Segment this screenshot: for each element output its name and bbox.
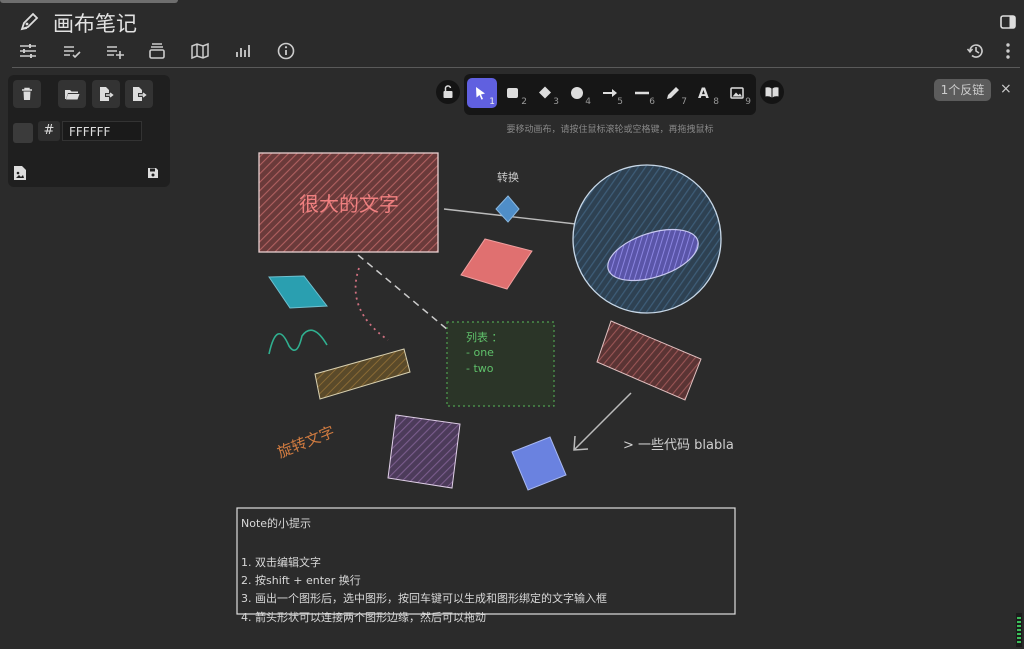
rotated-text[interactable]: 旋转文字 — [275, 423, 337, 462]
olive-rectangle[interactable] — [314, 348, 411, 400]
blue-square[interactable] — [511, 436, 567, 491]
drawing-canvas[interactable]: 很大的文字 转换 列表 ： - one - two > 一些代码 blabla — [0, 0, 1024, 649]
note-box[interactable]: Note的小提示 1. 双击编辑文字 2. 按shift + enter 换行 … — [236, 507, 736, 624]
note-title: Note的小提示 — [241, 516, 311, 530]
small-diamond[interactable] — [495, 195, 520, 223]
note-line: 2. 按shift + enter 换行 — [241, 573, 361, 587]
list-box[interactable]: 列表 ： - one - two — [446, 321, 555, 407]
circle-shape[interactable] — [572, 164, 722, 314]
list-item: - one — [466, 346, 494, 359]
note-line: 4. 箭头形状可以连接两个图形边缘，然后可以拖动 — [241, 610, 486, 624]
violet-square[interactable] — [387, 414, 461, 489]
red-parallelogram[interactable] — [460, 238, 533, 290]
list-title: 列表 ： — [466, 330, 503, 344]
dashed-line[interactable] — [357, 254, 449, 331]
list-item: - two — [466, 362, 494, 375]
level-meter — [1017, 617, 1021, 645]
freehand-stroke[interactable] — [268, 329, 328, 355]
note-line: 3. 画出一个图形后，选中图形，按回车键可以生成和图形绑定的文字输入框 — [241, 591, 607, 605]
note-line: 1. 双击编辑文字 — [241, 555, 321, 569]
convert-label: 转换 — [497, 170, 519, 184]
rotated-rectangle[interactable] — [596, 320, 702, 401]
dotted-curve[interactable] — [354, 267, 389, 341]
scrollbar[interactable] — [1016, 613, 1022, 647]
teal-parallelogram[interactable] — [268, 275, 328, 309]
big-text: 很大的文字 — [299, 192, 399, 216]
code-text[interactable]: > 一些代码 blabla — [623, 438, 734, 453]
big-text-box[interactable]: 很大的文字 — [258, 152, 439, 253]
